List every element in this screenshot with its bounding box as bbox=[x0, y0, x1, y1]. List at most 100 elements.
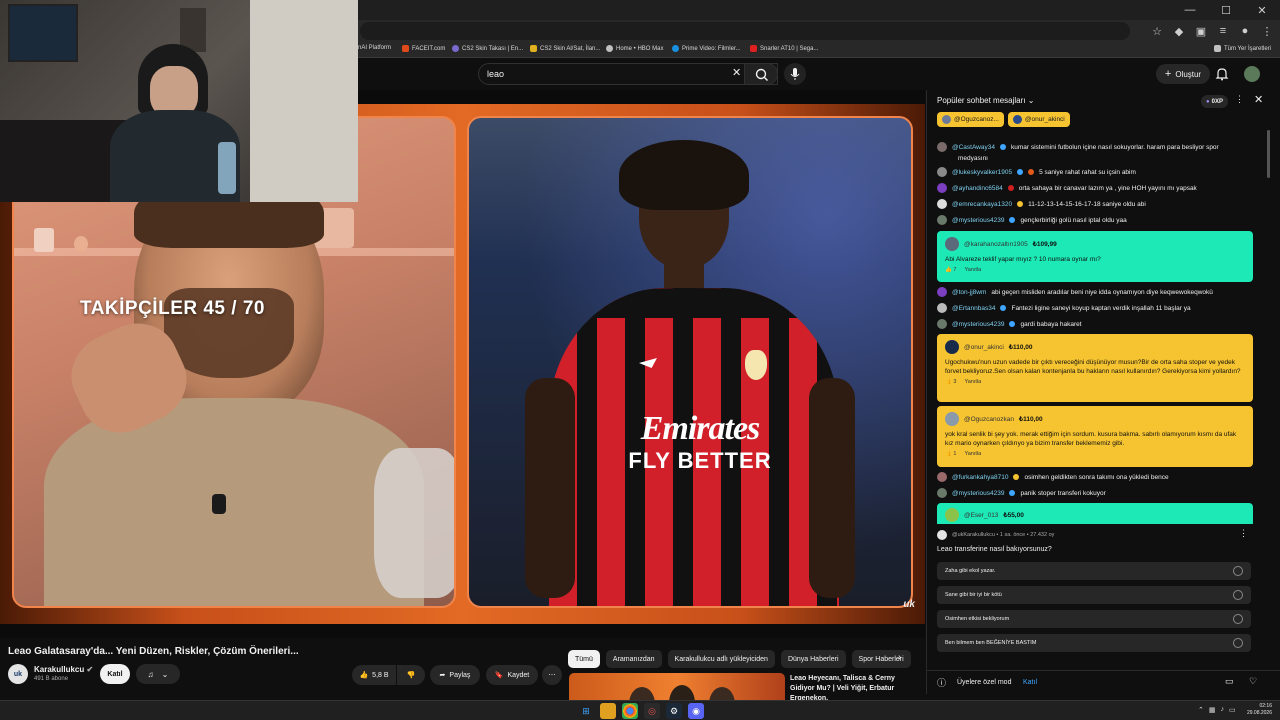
chat-message[interactable]: @mysterious4239 gençlerbirliği golü nasıl… bbox=[937, 213, 1127, 227]
clock[interactable]: 02:16 29.08.2026 bbox=[1247, 703, 1272, 717]
bookmark-item[interactable]: Snarler AT10 | Sega... bbox=[750, 45, 818, 52]
reply-button[interactable]: Yanıtla bbox=[964, 267, 981, 273]
heart-icon[interactable]: ♡ bbox=[1249, 676, 1257, 687]
chevron-up-icon[interactable]: ⌃ bbox=[1198, 706, 1204, 714]
steam-icon[interactable]: ⚙ bbox=[666, 703, 682, 719]
chat-text: gençlerbirliği golü nasıl iptal oldu yaa bbox=[1020, 216, 1127, 224]
info-icon[interactable]: ⓘ bbox=[937, 676, 946, 689]
chip-sports-news[interactable]: Spor Haberleri bbox=[851, 650, 911, 668]
more-actions-button[interactable]: ⋯ bbox=[542, 665, 562, 685]
close-window-icon[interactable]: ✕ bbox=[1244, 0, 1280, 20]
more-vertical-icon[interactable]: ⋮ bbox=[1239, 528, 1248, 539]
share-button[interactable]: ➦ Paylaş bbox=[430, 665, 480, 685]
reply-button[interactable]: Yanıtla bbox=[964, 379, 981, 385]
member-badge-icon bbox=[1013, 474, 1020, 480]
superchat-like[interactable]: 👍 7 bbox=[945, 267, 956, 273]
chrome-icon[interactable] bbox=[622, 703, 638, 719]
chat-message[interactable]: @mysterious4239 panik stoper transferi ko… bbox=[937, 486, 1106, 500]
account-avatar[interactable] bbox=[1244, 66, 1260, 82]
channel-name[interactable]: Karakullukcu ✔ bbox=[34, 665, 93, 674]
more-vertical-icon[interactable]: ⋮ bbox=[1235, 94, 1244, 105]
faceit-icon bbox=[402, 45, 409, 52]
chevron-down-icon: ⌄ bbox=[1027, 96, 1035, 105]
profile-icon[interactable]: ● bbox=[1238, 25, 1252, 37]
bookmark-item[interactable]: Prime Video: Filmler... bbox=[672, 45, 741, 52]
superchat-user: @karahanozaltın1905 bbox=[964, 240, 1028, 248]
superchat-user: @Eser_013 bbox=[964, 511, 999, 519]
channel-avatar[interactable]: uk bbox=[8, 664, 28, 684]
bookmark-item[interactable]: CS2 Skin Takası | En... bbox=[452, 45, 523, 52]
battery-icon[interactable]: ▭ bbox=[1229, 706, 1236, 714]
voice-search-button[interactable] bbox=[784, 63, 806, 85]
chip-world-news[interactable]: Dünya Haberleri bbox=[780, 650, 846, 668]
chevron-right-icon[interactable]: › bbox=[898, 652, 901, 663]
poll-card: @ukKarakullukcu • 1 sa. önce • 27.432 oy… bbox=[927, 524, 1280, 670]
superchat-like[interactable]: 👍 3 bbox=[945, 379, 956, 385]
chat-message[interactable]: @furkankahya8710 osimhen geldikten sonra … bbox=[937, 470, 1169, 484]
superchat[interactable]: @Oguzcanozkan ₺110,00 yok kral senlik bi … bbox=[937, 406, 1253, 467]
poll-option[interactable]: Osimhen etkisi bekliyorum bbox=[937, 610, 1251, 628]
discord-icon[interactable]: ◉ bbox=[688, 703, 704, 719]
opera-icon[interactable]: ◎ bbox=[644, 703, 660, 719]
create-button[interactable]: + Oluştur bbox=[1156, 64, 1210, 84]
poll-option[interactable]: Ben bilmem ben BEĞENİYE BASTIM bbox=[937, 634, 1251, 652]
extension-icon[interactable]: ◆ bbox=[1172, 25, 1186, 38]
superchat[interactable]: @karahanozaltın1905 ₺109,99 Abi Alvareze … bbox=[937, 231, 1253, 282]
superchat[interactable]: @onur_akinci ₺110,00 Ugochukwu'nun uzun v… bbox=[937, 334, 1253, 402]
poll-option[interactable]: Zaha gibi ekol yazar. bbox=[937, 562, 1251, 580]
notifications-button[interactable] bbox=[1214, 66, 1230, 82]
avatar bbox=[945, 508, 959, 522]
volume-icon[interactable]: ♪ bbox=[1221, 706, 1225, 714]
poll-option[interactable]: Sane gibi bir iyi bir kötü bbox=[937, 586, 1251, 604]
superchat-like[interactable]: 👍 1 bbox=[945, 451, 956, 457]
chat-message[interactable]: @mysterious4239 gardi babaya hakaret bbox=[937, 317, 1082, 331]
chip-from-uploader[interactable]: Karakullukcu adlı yükleyiciden bbox=[667, 650, 775, 668]
poll-option-label: Osimhen etkisi bekliyorum bbox=[945, 616, 1010, 622]
chip-all[interactable]: Tümü bbox=[568, 650, 600, 668]
xp-badge[interactable]: ● 0XP bbox=[1201, 95, 1228, 108]
file-explorer-icon[interactable] bbox=[600, 703, 616, 719]
chip-from-search[interactable]: Aramanızdan bbox=[605, 650, 662, 668]
subscription-bell-button[interactable]: ♫ ⌄ bbox=[136, 664, 180, 684]
chat-message[interactable]: @lukeskyvalker1905 5 saniye rahat rahat s… bbox=[937, 165, 1136, 179]
minimize-icon[interactable]: — bbox=[1172, 0, 1208, 20]
maximize-icon[interactable]: ☐ bbox=[1208, 0, 1244, 20]
bookmark-item[interactable]: CS2 Skin Al/Sat, İlan... bbox=[530, 45, 600, 52]
address-bar[interactable] bbox=[360, 22, 1130, 40]
media-icon[interactable]: ≡ bbox=[1216, 25, 1230, 37]
bookmark-item[interactable]: FACEIT.com bbox=[402, 45, 445, 52]
search-button[interactable] bbox=[744, 63, 778, 85]
chat-message[interactable]: @ayhandinc6584 orta sahaya bir canavar la… bbox=[937, 181, 1197, 195]
poll-option-label: Sane gibi bir iyi bir kötü bbox=[945, 592, 1002, 598]
bookmark-all[interactable]: Tüm Yer İşaretleri bbox=[1214, 45, 1271, 52]
reply-button[interactable]: Yanıtla bbox=[964, 451, 981, 457]
chat-user: @furkankahya8710 bbox=[952, 473, 1009, 481]
save-button[interactable]: 🔖 Kaydet bbox=[486, 665, 538, 685]
bell-icon bbox=[1215, 68, 1229, 81]
pinned-chip[interactable]: @onur_akinci bbox=[1007, 112, 1070, 127]
superchat-icon[interactable]: ▭ bbox=[1225, 676, 1234, 687]
bookmark-star-icon[interactable]: ☆ bbox=[1150, 25, 1164, 38]
chat-message[interactable]: @emrecankaya1320 11-12-13-14-15-16-17-18 … bbox=[937, 197, 1146, 211]
windows-start-icon[interactable]: ⊞ bbox=[578, 703, 594, 719]
chat-join-link[interactable]: Katıl bbox=[1023, 679, 1037, 686]
extensions-puzzle-icon[interactable]: ▣ bbox=[1194, 25, 1208, 38]
like-button[interactable]: 👍 5,8 B bbox=[352, 665, 396, 685]
chat-scrollbar[interactable] bbox=[1267, 130, 1270, 178]
pinned-chip[interactable]: @Oguzcanoz... bbox=[937, 112, 1004, 127]
chat-message[interactable]: @ton-jj8wm abi geçen misliden aradılar be… bbox=[937, 285, 1213, 299]
dislike-button[interactable]: 👎 bbox=[397, 665, 425, 685]
close-icon[interactable]: ✕ bbox=[1254, 93, 1263, 106]
bookmark-item[interactable]: nAI Platform bbox=[358, 45, 391, 51]
webcam-overlay bbox=[0, 0, 358, 202]
chat-user: @ayhandinc6584 bbox=[952, 184, 1003, 192]
browser-menu-icon[interactable]: ⋮ bbox=[1260, 25, 1274, 38]
chat-mode-dropdown[interactable]: Popüler sohbet mesajları ⌄ bbox=[937, 96, 1034, 105]
bookmark-item[interactable]: Home • HBO Max bbox=[606, 45, 663, 52]
join-button[interactable]: Katıl bbox=[100, 664, 130, 684]
like-count: 7 bbox=[953, 267, 957, 273]
channel-watermark: uk bbox=[903, 599, 915, 610]
radio-icon bbox=[1233, 614, 1243, 624]
network-icon[interactable]: ▦ bbox=[1209, 706, 1216, 714]
chat-message[interactable]: @Ertannbas34 Fantezi ligine saneyi koyup … bbox=[937, 301, 1191, 315]
